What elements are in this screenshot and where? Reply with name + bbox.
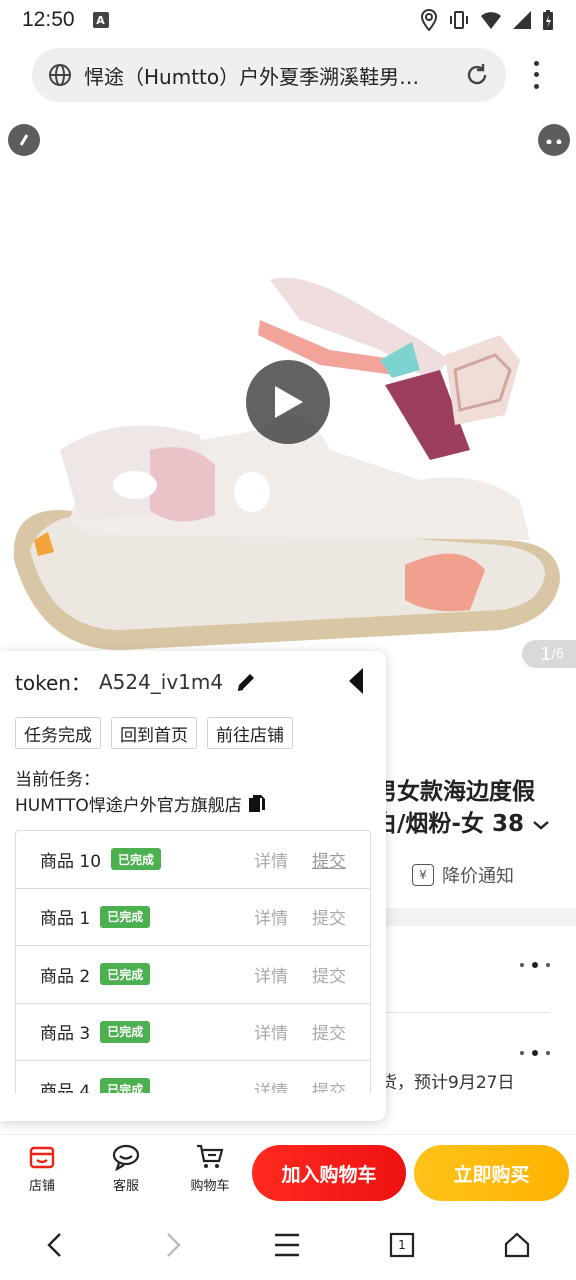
cart-icon — [197, 1144, 224, 1168]
task-name: 商品 3 — [40, 1024, 91, 1045]
reload-icon[interactable] — [464, 62, 490, 88]
status-bar: 12:50 A — [0, 0, 576, 40]
store-tab-label: 店铺 — [28, 1179, 55, 1194]
buy-now-button[interactable]: 立即购买 — [414, 1145, 569, 1201]
globe-icon — [49, 64, 71, 86]
service-tab-label: 客服 — [112, 1179, 139, 1194]
location-icon — [420, 9, 438, 31]
customer-service-icon — [112, 1144, 140, 1171]
tabs-icon[interactable]: 1 — [385, 1228, 419, 1262]
task-detail-link[interactable]: 详情 — [254, 1019, 288, 1044]
status-badge: 已完成 — [100, 963, 151, 986]
collapse-panel-icon[interactable] — [349, 668, 363, 694]
more-dots-icon[interactable] — [520, 1050, 550, 1056]
product-title-line-2-text: 白/烟粉-女 38 — [374, 811, 524, 837]
divider — [372, 1012, 550, 1013]
edit-pencil-icon[interactable] — [235, 671, 257, 693]
tab-count: 1 — [398, 1238, 406, 1252]
status-badge: 已完成 — [100, 1020, 151, 1043]
status-icons — [420, 9, 554, 31]
add-to-cart-button[interactable]: 加入购物车 — [252, 1145, 406, 1201]
browser-nav-bar: 1 — [0, 1210, 576, 1280]
back-home-button[interactable]: 回到首页 — [111, 717, 197, 749]
more-dots-icon[interactable] — [520, 962, 550, 968]
battery-icon — [543, 10, 553, 30]
product-title-line-2: 白/烟粉-女 38 — [374, 808, 574, 840]
forward-icon[interactable] — [156, 1228, 190, 1262]
store-tab[interactable]: 店铺 — [12, 1143, 72, 1194]
current-task-label: 当前任务： — [15, 770, 100, 790]
task-row: 商品 4 已完成 详情 提交 — [16, 1061, 370, 1093]
task-submit-link[interactable]: 提交 — [312, 1019, 346, 1044]
wifi-icon — [481, 12, 501, 29]
status-badge: 已完成 — [100, 1078, 151, 1093]
notification-a-icon: A — [92, 12, 109, 28]
task-panel: token： A524_iv1m4 任务完成 回到首页 前往店铺 当前任务： H… — [0, 651, 386, 1121]
task-submit-link[interactable]: 提交 — [312, 904, 346, 929]
chevron-down-icon — [533, 821, 549, 830]
menu-icon[interactable] — [270, 1228, 304, 1262]
overflow-menu-icon[interactable] — [524, 58, 548, 92]
delivery-estimate: 货，预计9月27日 — [380, 1073, 515, 1093]
status-badge: 已完成 — [100, 905, 151, 928]
panel-button-row: 任务完成 回到首页 前往店铺 — [15, 717, 293, 749]
image-counter: 1/6 — [522, 640, 576, 668]
cart-tab[interactable]: 购物车 — [180, 1143, 240, 1194]
price-notice-button[interactable]: ¥ 降价通知 — [412, 862, 514, 888]
task-row: 商品 1 已完成 详情 提交 — [16, 889, 370, 946]
task-detail-link[interactable]: 详情 — [254, 1077, 288, 1093]
bottom-action-bar: 店铺 客服 购物车 加入购物车 立即购买 — [0, 1134, 576, 1210]
page-title[interactable]: 悍途（Humtto）户外夏季溯溪鞋男… — [84, 61, 456, 90]
service-tab[interactable]: 客服 — [96, 1143, 156, 1194]
task-complete-button[interactable]: 任务完成 — [15, 717, 101, 749]
task-name: 商品 2 — [40, 966, 91, 987]
go-store-button[interactable]: 前往店铺 — [207, 717, 293, 749]
play-icon — [275, 386, 303, 418]
task-detail-link[interactable]: 详情 — [254, 962, 288, 987]
task-name: 商品 10 — [40, 851, 102, 872]
product-image-area[interactable]: 1/6 — [0, 110, 576, 670]
task-submit-link[interactable]: 提交 — [312, 1077, 346, 1093]
vibrate-icon — [450, 11, 468, 29]
back-icon[interactable] — [38, 1228, 72, 1262]
task-row: 商品 3 已完成 详情 提交 — [16, 1004, 370, 1061]
task-row: 商品 10 已完成 详情 提交 — [16, 831, 370, 889]
current-store-name: HUMTTO悍途户外官方旗舰店 — [15, 796, 242, 816]
copy-icon[interactable] — [248, 794, 266, 814]
task-detail-link[interactable]: 详情 — [254, 847, 288, 872]
task-name: 商品 4 — [40, 1081, 91, 1093]
price-notice-label: 降价通知 — [442, 866, 514, 887]
product-title-line-1: 男女款海边度假 — [374, 779, 535, 805]
price-drop-icon: ¥ — [412, 864, 434, 886]
task-name: 商品 1 — [40, 909, 91, 930]
play-video-button[interactable] — [246, 360, 330, 444]
task-submit-link[interactable]: 提交 — [312, 962, 346, 987]
image-counter-current: 1 — [539, 643, 552, 665]
status-badge: 已完成 — [111, 848, 162, 871]
current-task-store: HUMTTO悍途户外官方旗舰店 — [15, 791, 266, 816]
store-icon — [29, 1146, 55, 1169]
token-label: token： — [15, 671, 91, 695]
more-circle-icon[interactable] — [538, 124, 570, 156]
cart-tab-label: 购物车 — [190, 1179, 230, 1194]
product-title-fragment[interactable]: 男女款海边度假 白/烟粉-女 38 — [374, 776, 574, 840]
token-row: token： A524_iv1m4 — [15, 667, 257, 696]
task-row: 商品 2 已完成 详情 提交 — [16, 946, 370, 1004]
image-counter-total: /6 — [551, 646, 565, 662]
address-bar[interactable]: 悍途（Humtto）户外夏季溯溪鞋男… — [32, 48, 506, 102]
task-detail-link[interactable]: 详情 — [254, 904, 288, 929]
home-icon[interactable] — [500, 1228, 534, 1262]
signal-icon — [513, 11, 531, 29]
screen: 12:50 A 悍途（Humtto）户外夏季溯溪鞋男… 1 /6 男女款海边度假… — [0, 0, 576, 1280]
token-value: A524_iv1m4 — [98, 669, 224, 694]
task-list: 商品 10 已完成 详情 提交 商品 1 已完成 详情 提交 商品 2 已完成 … — [15, 830, 371, 1093]
task-submit-link[interactable]: 提交 — [312, 847, 346, 872]
back-circle-icon[interactable] — [8, 124, 40, 156]
status-time: 12:50 — [22, 8, 75, 31]
